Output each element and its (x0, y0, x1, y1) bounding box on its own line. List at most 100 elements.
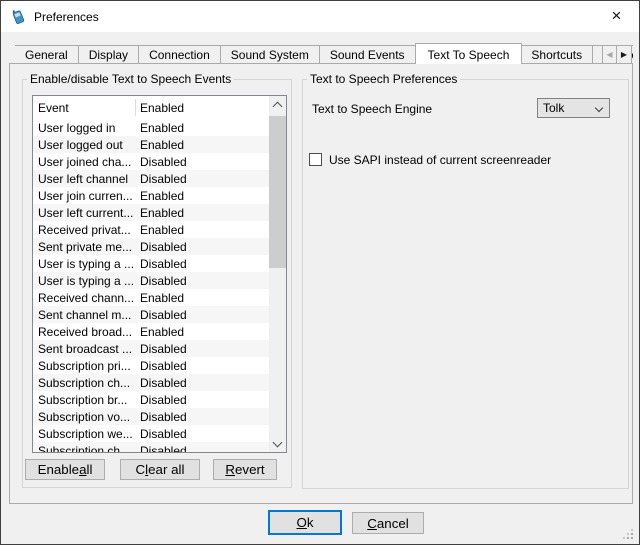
button-label-accel: O (296, 515, 306, 530)
list-item[interactable]: User logged out Enabled (33, 136, 269, 153)
tab-scroll-right-button[interactable]: ▶ (617, 45, 632, 64)
list-item[interactable]: Received chann... Enabled (33, 289, 269, 306)
close-button[interactable]: × (594, 1, 639, 31)
event-cell: User is typing a ... (33, 257, 135, 271)
status-cell: Enabled (135, 291, 184, 305)
tab[interactable]: Connection (139, 45, 221, 64)
arrow-right-icon: ▶ (621, 50, 627, 59)
event-cell: Subscription ch... (33, 444, 135, 453)
list-item[interactable]: Received broad... Enabled (33, 323, 269, 340)
button-label: ll (87, 462, 93, 477)
scrollbar-down-button[interactable] (269, 435, 286, 452)
event-cell: Received broad... (33, 325, 135, 339)
status-cell: Enabled (135, 325, 184, 339)
sapi-checkbox-label[interactable]: Use SAPI instead of current screenreader (329, 153, 551, 167)
event-cell: Subscription vo... (33, 410, 135, 424)
chevron-down-icon (595, 104, 603, 112)
column-header-enabled[interactable]: Enabled (135, 101, 184, 115)
titlebar[interactable]: Preferences × (1, 1, 639, 32)
column-separator (135, 99, 136, 116)
list-item[interactable]: Subscription pri... Disabled (33, 357, 269, 374)
tab-label: Sound System (231, 48, 309, 62)
status-cell: Disabled (135, 410, 187, 424)
event-cell: Sent broadcast ... (33, 342, 135, 356)
tab[interactable]: Display (79, 45, 139, 64)
list-item[interactable]: User join curren... Enabled (33, 187, 269, 204)
engine-select[interactable]: Tolk (537, 98, 610, 118)
event-cell: User left current... (33, 206, 135, 220)
list-item[interactable]: Subscription vo... Disabled (33, 408, 269, 425)
tab[interactable]: Shortcuts (521, 45, 593, 64)
button-label: Enable (38, 462, 80, 477)
clear-all-button[interactable]: Clear all (120, 459, 200, 480)
event-cell: Received privat... (33, 223, 135, 237)
list-item[interactable]: Received privat... Enabled (33, 221, 269, 238)
tab[interactable]: General (15, 45, 79, 64)
tts-events-group-label: Enable/disable Text to Speech Events (27, 72, 234, 86)
button-label: ear all (148, 462, 184, 477)
list-item[interactable]: Sent broadcast ... Disabled (33, 340, 269, 357)
engine-selected-value: Tolk (543, 101, 564, 115)
list-item[interactable]: Subscription br... Disabled (33, 391, 269, 408)
event-cell: User join curren... (33, 189, 135, 203)
tab[interactable]: Text To Speech (415, 43, 523, 64)
scrollbar-thumb[interactable] (269, 116, 286, 268)
revert-button[interactable]: Revert (213, 459, 277, 480)
list-item[interactable]: User left channel Disabled (33, 170, 269, 187)
column-header-event[interactable]: Event (33, 101, 135, 115)
chevron-up-icon (273, 101, 283, 111)
button-label-accel: C (367, 516, 377, 531)
button-label: evert (235, 462, 265, 477)
status-cell: Disabled (135, 257, 187, 271)
status-cell: Disabled (135, 376, 187, 390)
ok-button[interactable]: Ok (268, 510, 342, 535)
status-cell: Disabled (135, 240, 187, 254)
tab[interactable]: Sound System (221, 45, 320, 64)
list-item[interactable]: User logged in Enabled (33, 119, 269, 136)
scrollbar-up-button[interactable] (269, 96, 286, 113)
button-label-accel: R (225, 462, 235, 477)
list-header: Event Enabled (33, 96, 286, 120)
status-cell: Disabled (135, 427, 187, 441)
tab-label: Shortcuts (531, 48, 582, 62)
app-icon (10, 8, 27, 25)
event-cell: Subscription pri... (33, 359, 135, 373)
tab-scroll-left-button[interactable]: ◀ (602, 45, 617, 64)
enable-all-button[interactable]: Enable all (25, 459, 105, 480)
tts-preferences-group: Text to Speech Preferences (302, 79, 629, 489)
list-item[interactable]: Subscription we... Disabled (33, 425, 269, 442)
preferences-dialog: Preferences × General Display Connection… (0, 0, 640, 545)
close-icon: × (612, 6, 622, 26)
resize-grip[interactable] (621, 527, 634, 540)
event-cell: User joined cha... (33, 155, 135, 169)
arrow-left-icon: ◀ (606, 50, 612, 59)
list-item[interactable]: Subscription ch... Disabled (33, 442, 269, 452)
status-cell: Disabled (135, 155, 187, 169)
status-cell: Disabled (135, 342, 187, 356)
button-label: k (307, 515, 314, 530)
event-cell: User logged in (33, 121, 135, 135)
event-cell: Sent channel m... (33, 308, 135, 322)
status-cell: Disabled (135, 308, 187, 322)
sapi-checkbox[interactable] (309, 153, 322, 166)
cancel-button[interactable]: Cancel (352, 512, 424, 534)
chevron-down-icon (273, 437, 283, 447)
list-item[interactable]: Sent channel m... Disabled (33, 306, 269, 323)
list-item[interactable]: User is typing a ... Disabled (33, 272, 269, 289)
tab-label: Text To Speech (428, 48, 510, 62)
button-label: ancel (377, 516, 409, 531)
tab-label: General (25, 48, 68, 62)
tab-label: Display (89, 48, 128, 62)
list-item[interactable]: User left current... Enabled (33, 204, 269, 221)
status-cell: Enabled (135, 189, 184, 203)
list-item[interactable]: Subscription ch... Disabled (33, 374, 269, 391)
tts-preferences-group-label: Text to Speech Preferences (307, 72, 460, 86)
list-item[interactable]: Sent private me... Disabled (33, 238, 269, 255)
list-item[interactable]: User is typing a ... Disabled (33, 255, 269, 272)
tab[interactable]: Sound Events (320, 45, 416, 64)
tts-events-list[interactable]: Event Enabled User logged in Enabled Use… (32, 95, 287, 453)
button-label: C (136, 462, 146, 477)
vertical-scrollbar[interactable] (269, 96, 286, 452)
list-item[interactable]: User joined cha... Disabled (33, 153, 269, 170)
event-cell: Sent private me... (33, 240, 135, 254)
